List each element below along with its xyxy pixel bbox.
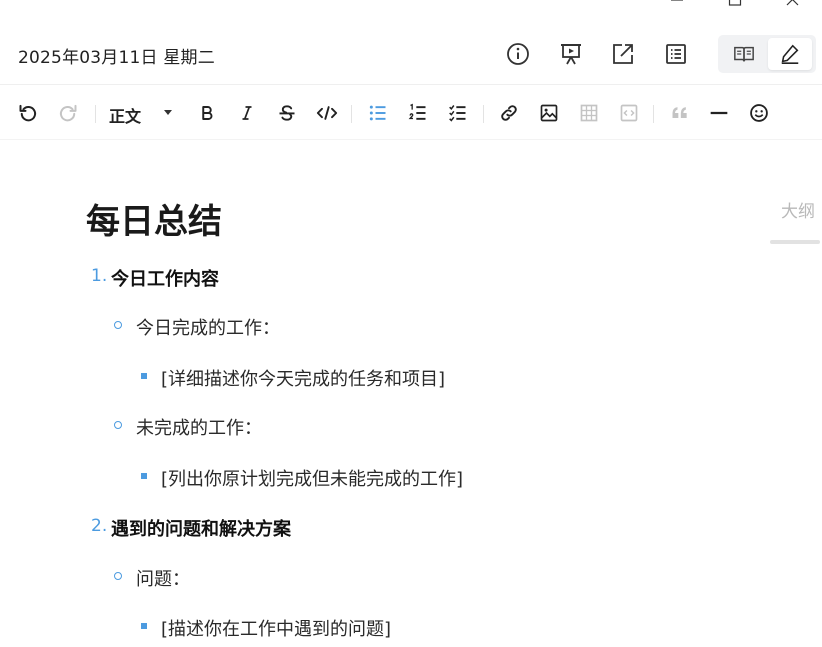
close-icon [786,0,799,6]
toolbar-separator [483,105,484,123]
editor-toolbar: 正文 [0,93,822,133]
bold-icon [202,106,213,120]
redo-button[interactable] [54,99,82,127]
ordered-list-icon [408,103,426,120]
edit-mode-icon [781,44,799,64]
quote-button[interactable] [666,99,694,127]
export-icon [613,44,633,64]
list-button[interactable] [662,40,690,68]
date-label: 2025年03月11日 星期二 [18,48,215,68]
code-block-icon [620,104,638,122]
read-mode-button[interactable] [722,38,766,70]
italic-icon [242,106,252,120]
minimize-button[interactable] [648,0,706,14]
ordered-list-button[interactable] [404,99,432,127]
paragraph-style-select[interactable]: 正文 [109,103,141,127]
minimize-icon [671,0,683,1]
bullet-list-icon [369,105,386,121]
info-icon [507,43,529,65]
image-button[interactable] [535,99,563,127]
list-item: [描述你在工作中遇到的问题] [161,619,392,640]
toolbar-divider [0,139,822,140]
undo-icon [19,104,37,122]
square-bullet [141,623,147,629]
bold-button[interactable] [193,99,221,127]
list-item: [详细描述你今天完成的任务和项目] [161,369,446,390]
code-button[interactable] [313,99,341,127]
outline-indicator [770,240,820,244]
header-divider [0,84,822,85]
mode-switch [718,35,816,73]
maximize-button[interactable] [706,0,764,14]
circle-bullet [114,572,122,580]
bullet-list-button[interactable] [364,99,392,127]
circle-bullet [114,321,122,329]
table-button[interactable] [575,99,603,127]
toolbar-separator [351,105,352,123]
maximize-icon [728,0,742,6]
list-item: 问题： [136,569,190,590]
edit-mode-button[interactable] [768,38,812,70]
info-button[interactable] [504,40,532,68]
undo-button[interactable] [14,99,42,127]
image-icon [540,104,558,122]
horizontal-rule-icon [710,111,728,115]
list-icon [666,44,686,64]
list-item: [列出你原计划完成但未能完成的工作] [161,469,464,490]
toolbar-separator [653,105,654,123]
presentation-icon [561,44,581,65]
strikethrough-icon [279,105,295,121]
list-number: 2. [91,516,108,536]
emoji-icon [750,104,768,122]
horizontal-rule-button[interactable] [705,99,733,127]
read-mode-icon [734,46,754,62]
redo-icon [59,104,77,122]
task-list-icon [449,105,466,122]
code-icon [316,106,338,120]
link-icon [501,105,517,121]
strikethrough-button[interactable] [273,99,301,127]
toolbar-separator [95,105,96,123]
list-item: 今日完成的工作： [136,318,280,339]
code-block-button[interactable] [615,99,643,127]
link-button[interactable] [495,99,523,127]
export-button[interactable] [609,40,637,68]
list-number: 1. [91,266,108,286]
emoji-button[interactable] [745,99,773,127]
task-list-button[interactable] [444,99,472,127]
table-icon [580,104,598,122]
header-bar: 2025年03月11日 星期二 [0,26,822,82]
square-bullet [141,373,147,379]
close-button[interactable] [764,0,822,14]
outline-toggle[interactable]: 大纲 [781,197,815,222]
circle-bullet [114,421,122,429]
italic-button[interactable] [233,99,261,127]
chevron-down-icon[interactable] [164,110,172,115]
section-heading: 今日工作内容 [111,269,219,290]
window-controls [648,0,822,14]
document-title: 每日总结 [86,202,222,242]
list-item: 未完成的工作： [136,418,262,439]
section-heading: 遇到的问题和解决方案 [111,519,291,540]
quote-icon [672,107,687,118]
square-bullet [141,473,147,479]
presentation-button[interactable] [557,40,585,68]
